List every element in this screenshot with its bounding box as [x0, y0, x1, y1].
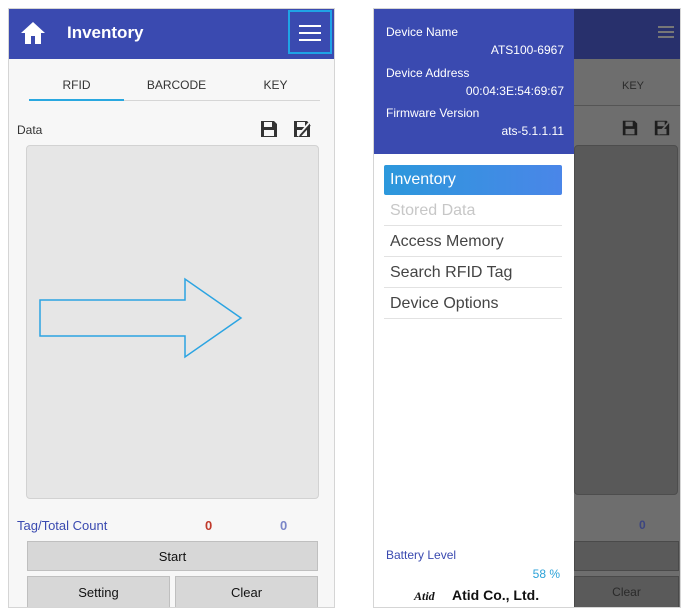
- menu-item-device-options[interactable]: Device Options: [384, 289, 562, 319]
- menu-item-stored-data: Stored Data: [384, 196, 562, 226]
- firmware-version-value: ats-5.1.1.11: [501, 124, 564, 138]
- page-title: Inventory: [67, 23, 144, 42]
- arrow-right-icon: [39, 277, 243, 359]
- menu-item-inventory[interactable]: Inventory: [384, 165, 562, 195]
- menu-icon: [299, 25, 321, 27]
- app-bar: Inventory: [9, 9, 334, 59]
- device-address-label: Device Address: [386, 66, 470, 80]
- dimmed-tab-key: KEY: [622, 80, 645, 92]
- firmware-version-label: Firmware Version: [386, 106, 480, 120]
- home-icon[interactable]: [20, 21, 46, 45]
- dimmed-tab-divider: [574, 105, 680, 106]
- setting-button[interactable]: Setting: [27, 576, 170, 607]
- company-logo: Atid: [414, 589, 435, 603]
- start-button[interactable]: Start: [27, 541, 318, 571]
- company-branding: Atid Atid Co., Ltd.: [414, 586, 554, 606]
- inventory-screen: Inventory RFID BARCODE KEY Data Tag/Tota…: [8, 8, 335, 608]
- device-address-value: 00:04:3E:54:69:67: [465, 84, 564, 98]
- menu-item-search-rfid-tag[interactable]: Search RFID Tag: [384, 258, 562, 288]
- total-count-value: 0: [280, 518, 288, 533]
- menu-item-access-memory[interactable]: Access Memory: [384, 227, 562, 257]
- tab-key[interactable]: KEY: [229, 78, 322, 92]
- tab-rfid[interactable]: RFID: [29, 78, 124, 92]
- dimmed-save-icon: [622, 120, 638, 136]
- tab-indicator: [29, 99, 124, 101]
- tag-total-count-label: Tag/Total Count: [17, 518, 108, 533]
- save-icon[interactable]: [259, 119, 279, 139]
- hamburger-menu-button[interactable]: [288, 10, 332, 54]
- navigation-drawer: Device Name ATS100-6967 Device Address 0…: [374, 9, 574, 607]
- dimmed-clear-button: Clear: [574, 576, 679, 607]
- dimmed-menu-icon: [658, 26, 674, 38]
- battery-level-value: 58 %: [532, 567, 560, 581]
- tab-barcode[interactable]: BARCODE: [124, 78, 229, 92]
- data-label: Data: [17, 123, 43, 137]
- dimmed-start-button: [574, 541, 679, 571]
- dimmed-save-as-icon: [654, 120, 670, 136]
- drawer-screen: KEY 0 Clear Device Name ATS100-6967 Devi…: [373, 8, 681, 608]
- clear-button[interactable]: Clear: [175, 576, 318, 607]
- device-name-value: ATS100-6967: [490, 43, 564, 57]
- battery-level-label: Battery Level: [386, 548, 457, 562]
- device-name-label: Device Name: [386, 25, 459, 39]
- dimmed-total-count: 0: [639, 518, 646, 532]
- tab-bar: RFID BARCODE KEY: [29, 69, 320, 101]
- dimmed-data-area: [574, 145, 678, 495]
- tag-count-value: 0: [205, 518, 213, 533]
- device-info-header: Device Name ATS100-6967 Device Address 0…: [374, 9, 574, 154]
- save-as-icon[interactable]: [292, 119, 312, 139]
- company-name: Atid Co., Ltd.: [452, 587, 540, 603]
